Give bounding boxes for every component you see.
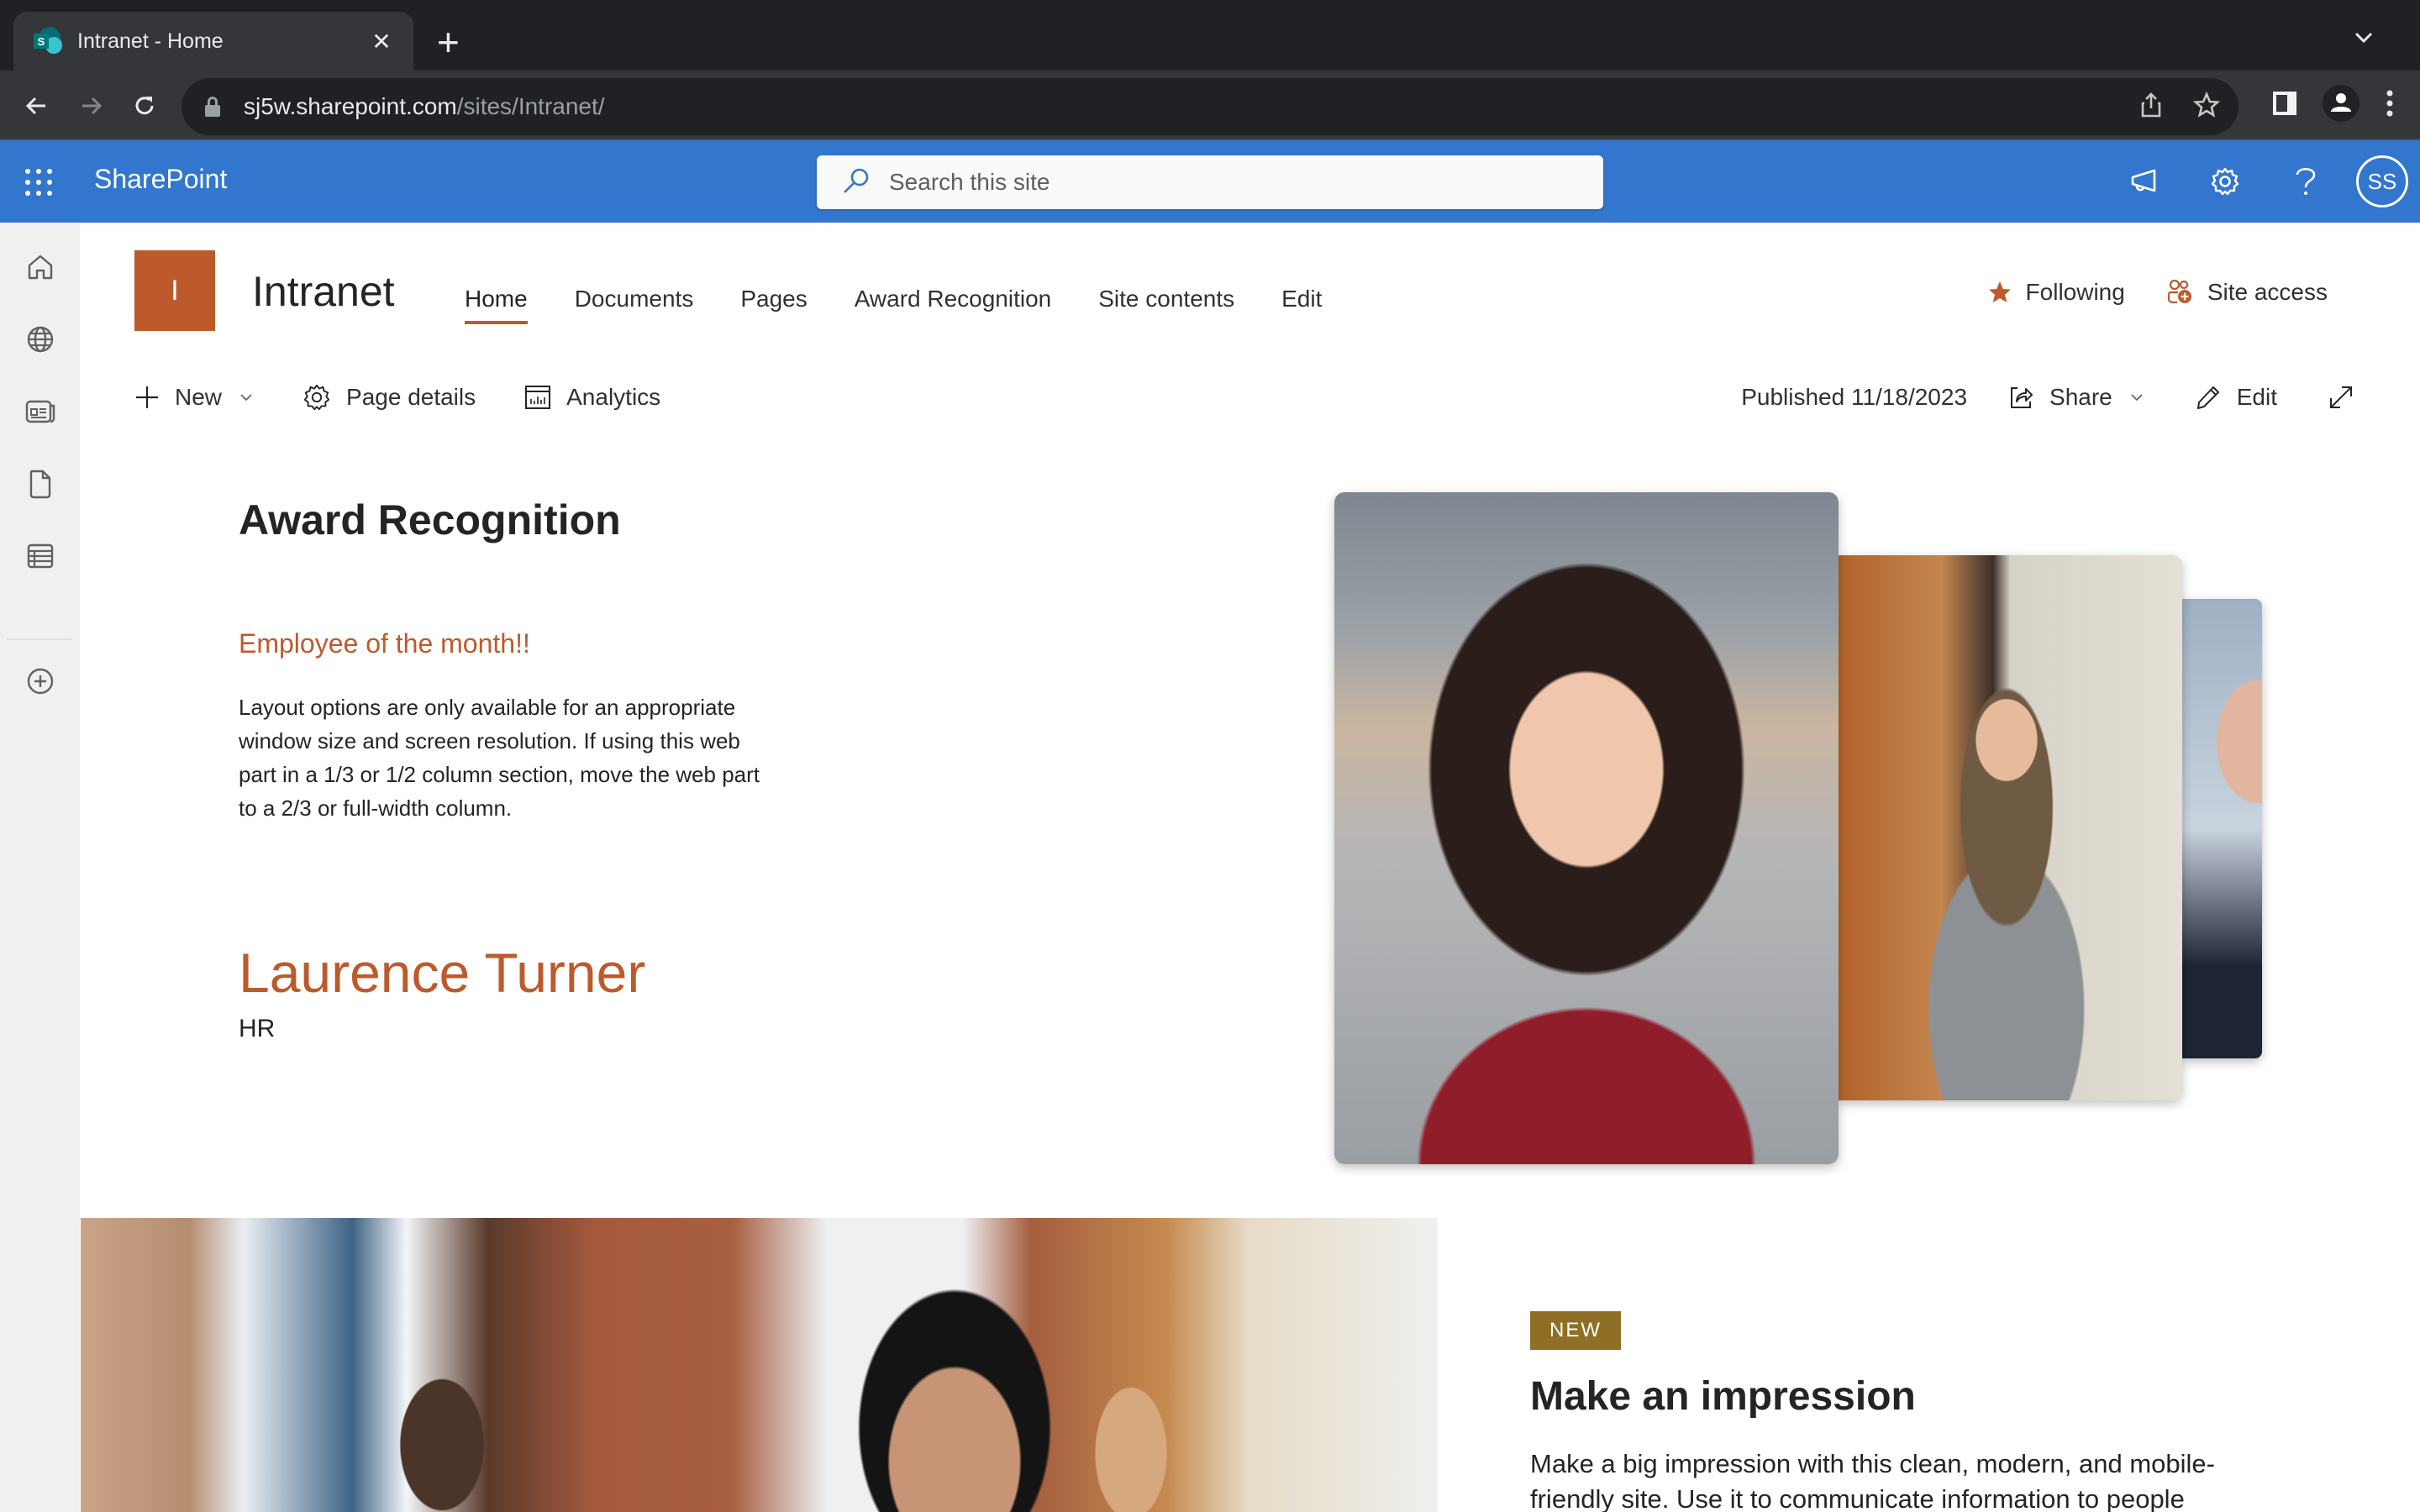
page-details-button[interactable]: Page details <box>302 383 476 412</box>
site-title[interactable]: Intranet <box>252 267 395 316</box>
share-icon <box>2011 387 2033 408</box>
hero-title[interactable]: Make an impression <box>1530 1373 1916 1420</box>
new-label: New <box>175 384 223 410</box>
rail-divider <box>7 638 72 640</box>
settings-gear-icon[interactable] <box>2185 140 2265 223</box>
layout-options-description: Layout options are only available for an… <box>239 695 760 821</box>
share-label: Share <box>2049 384 2112 410</box>
address-bar[interactable]: sj5w.sharepoint.com/sites/Intranet/ <box>182 78 2238 135</box>
site-access-button[interactable]: Site access <box>2167 279 2328 306</box>
app-launcher-icon[interactable] <box>25 169 52 196</box>
award-section-title: Award Recognition <box>239 496 621 543</box>
user-avatar[interactable]: SS <box>2356 155 2408 207</box>
tab-close-icon[interactable]: ✕ <box>366 28 397 55</box>
edit-label: Edit <box>2236 384 2277 410</box>
nav-award-recognition[interactable]: Award Recognition <box>842 277 1065 328</box>
nav-documents[interactable]: Documents <box>562 277 707 328</box>
share-page-icon[interactable] <box>2139 92 2163 123</box>
browser-toolbar: sj5w.sharepoint.com/sites/Intranet/ <box>0 71 2420 140</box>
browser-menu-icon[interactable] <box>2385 89 2395 122</box>
back-icon[interactable] <box>18 87 55 124</box>
star-filled-icon <box>1988 281 2011 302</box>
employee-name: Laurence Turner <box>239 942 646 1004</box>
rail-home-icon[interactable] <box>0 238 80 297</box>
nav-home[interactable]: Home <box>452 277 540 328</box>
new-button[interactable]: New <box>134 384 254 411</box>
rail-document-icon[interactable] <box>0 454 80 513</box>
bookmark-star-icon[interactable] <box>2192 91 2221 123</box>
url-path: /sites/Intranet/ <box>456 93 605 119</box>
site-access-label: Site access <box>2207 279 2328 305</box>
sharepoint-favicon-icon: S <box>34 27 62 55</box>
chevron-down-icon <box>2131 394 2143 402</box>
rail-globe-icon[interactable] <box>0 310 80 369</box>
profile-icon[interactable] <box>2323 85 2360 126</box>
side-panel-icon[interactable] <box>2272 91 2297 120</box>
suite-bar: SharePoint SS <box>0 140 2420 223</box>
rail-news-icon[interactable] <box>0 382 80 441</box>
analytics-button[interactable]: Analytics <box>524 384 660 411</box>
search-icon <box>842 166 871 199</box>
browser-tab[interactable]: S Intranet - Home ✕ <box>13 12 413 71</box>
share-button[interactable]: Share <box>2007 384 2144 411</box>
site-search-box[interactable] <box>817 155 1603 209</box>
nav-pages[interactable]: Pages <box>728 277 819 328</box>
pencil-icon <box>2196 386 2219 409</box>
following-button[interactable]: Following <box>1987 279 2125 306</box>
site-logo[interactable]: I <box>134 250 215 331</box>
analytics-label: Analytics <box>566 384 661 410</box>
plus-icon <box>136 386 158 408</box>
expand-fullscreen-button[interactable] <box>2328 384 2370 411</box>
people-add-icon <box>2167 279 2191 304</box>
reload-icon[interactable] <box>126 87 163 124</box>
hero-description: Make a big impression with this clean, m… <box>1530 1449 2215 1512</box>
published-date: Published 11/18/2023 <box>1741 384 1968 410</box>
rail-create-add-icon[interactable] <box>0 652 80 711</box>
following-label: Following <box>2025 279 2125 305</box>
page-details-label: Page details <box>346 384 476 410</box>
nav-edit[interactable]: Edit <box>1269 277 1334 328</box>
hero-image[interactable] <box>81 1218 1438 1512</box>
site-navigation: Home Documents Pages Award Recognition S… <box>452 277 1356 328</box>
whats-new-megaphone-icon[interactable] <box>2104 140 2185 223</box>
carousel-photo-2[interactable] <box>1839 555 2182 1100</box>
command-bar: New Page details Analytics Published 11/… <box>134 376 2370 418</box>
carousel-photo-1[interactable] <box>1334 492 1839 1164</box>
rail-list-icon[interactable] <box>0 527 80 585</box>
tab-title: Intranet - Home <box>77 29 224 53</box>
browser-tab-strip: S Intranet - Home ✕ + <box>0 0 2420 71</box>
sharepoint-brand-link[interactable]: SharePoint <box>94 164 227 195</box>
edit-page-button[interactable]: Edit <box>2195 384 2277 411</box>
search-input[interactable] <box>889 169 1578 196</box>
analytics-chart-icon <box>525 386 551 409</box>
chevron-down-icon <box>240 394 252 402</box>
expand-icon <box>2330 386 2352 408</box>
carousel-photo-3[interactable] <box>2182 599 2262 1058</box>
new-badge: NEW <box>1530 1311 1621 1350</box>
forward-icon[interactable] <box>72 87 109 124</box>
left-app-rail <box>0 223 80 1512</box>
lock-icon <box>205 97 220 117</box>
url-host: sj5w.sharepoint.com <box>244 93 457 119</box>
tab-search-chevron-icon[interactable] <box>2351 25 2376 50</box>
nav-site-contents[interactable]: Site contents <box>1086 277 1247 328</box>
new-tab-button[interactable]: + <box>437 18 460 66</box>
gear-icon <box>303 384 330 411</box>
help-question-icon[interactable] <box>2265 140 2346 223</box>
employee-department: HR <box>239 1015 276 1042</box>
employee-of-month-heading: Employee of the month!! <box>239 628 530 659</box>
